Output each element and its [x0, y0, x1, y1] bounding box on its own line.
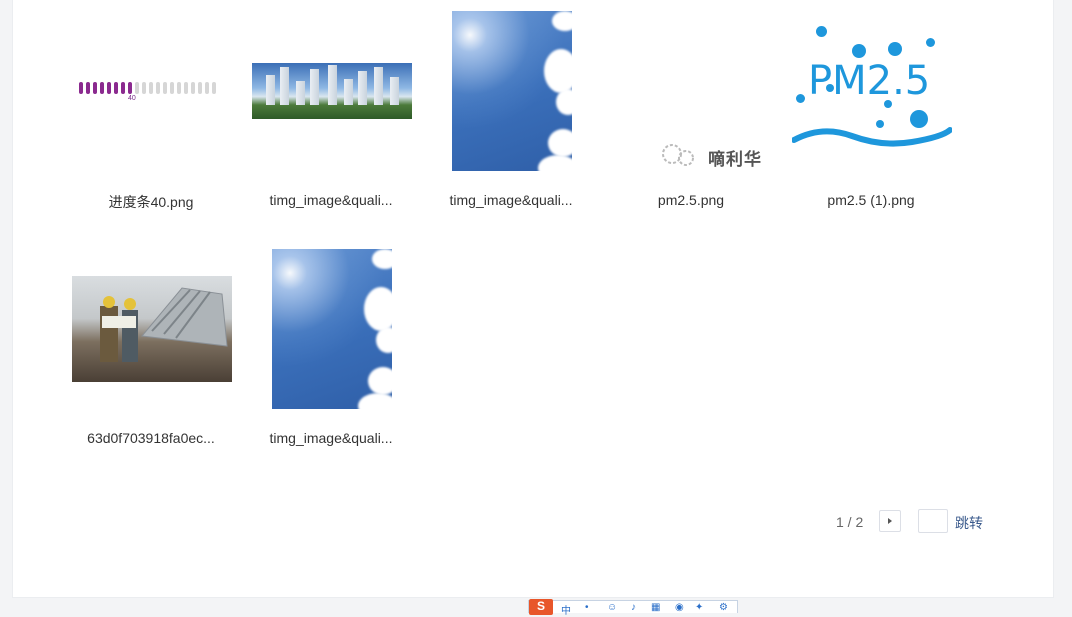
page-jump-button[interactable]: 跳转 — [955, 513, 983, 533]
file-name: timg_image&quali... — [449, 192, 573, 208]
punctuation-icon[interactable]: • — [585, 602, 589, 613]
pm-logo-text: PM2.5 — [808, 58, 931, 104]
file-thumbnail[interactable] — [452, 11, 572, 171]
progress-segment-empty — [163, 82, 167, 94]
progress-segment-filled — [93, 82, 97, 94]
file-name: pm2.5 (1).png — [827, 192, 915, 208]
file-name: 进度条40.png — [108, 194, 194, 210]
progress-segment-filled — [107, 82, 111, 94]
progress-segment-filled — [114, 82, 118, 94]
progress-segment-empty — [198, 82, 202, 94]
ime-toolbar: S 中 • ☺ ♪ ▦ ◉ ✦ ⚙ — [528, 599, 738, 617]
progress-segment-filled — [121, 82, 125, 94]
next-page-button[interactable] — [879, 510, 901, 532]
progress-segment-empty — [191, 82, 195, 94]
ime-mode-toggle[interactable]: 中 — [561, 602, 571, 617]
progress-segment-empty — [149, 82, 153, 94]
keyboard-icon[interactable]: ▦ — [651, 602, 660, 613]
file-name: 63d0f703918fa0ec... — [87, 430, 215, 446]
file-thumbnail[interactable]: PM2.5 — [792, 22, 952, 162]
progress-segment-empty — [142, 82, 146, 94]
chevron-right-icon — [888, 518, 892, 524]
file-name: timg_image&quali... — [269, 430, 393, 446]
progress-segment-empty — [135, 82, 139, 94]
page-indicator: 1 / 2 — [836, 514, 864, 530]
progress-bar-graphic: 40 — [79, 82, 229, 104]
progress-segment-empty — [177, 82, 181, 94]
progress-segment-empty — [156, 82, 160, 94]
user-icon[interactable]: ◉ — [675, 602, 684, 613]
progress-value-label: 40 — [128, 95, 136, 102]
progress-segment-empty — [184, 82, 188, 94]
progress-segment-empty — [205, 82, 209, 94]
ime-logo-icon[interactable]: S — [529, 599, 553, 615]
file-thumbnail[interactable] — [72, 276, 232, 382]
watermark-graphic: 嘀利华 — [660, 140, 772, 170]
microphone-icon[interactable]: ♪ — [631, 602, 636, 613]
progress-segment-filled — [79, 82, 83, 94]
file-name: timg_image&quali... — [269, 192, 393, 208]
tools-icon[interactable]: ⚙ — [719, 602, 728, 613]
progress-segment-filled — [86, 82, 90, 94]
file-thumbnail[interactable] — [252, 63, 412, 119]
file-name: pm2.5.png — [657, 192, 725, 208]
progress-segment-filled — [128, 82, 132, 94]
progress-segment-empty — [170, 82, 174, 94]
file-thumbnail[interactable] — [272, 249, 392, 409]
progress-segment-empty — [212, 82, 216, 94]
emoji-icon[interactable]: ☺ — [607, 602, 617, 613]
page-jump-input[interactable] — [918, 509, 948, 533]
progress-segment-filled — [100, 82, 104, 94]
skin-icon[interactable]: ✦ — [695, 602, 703, 613]
